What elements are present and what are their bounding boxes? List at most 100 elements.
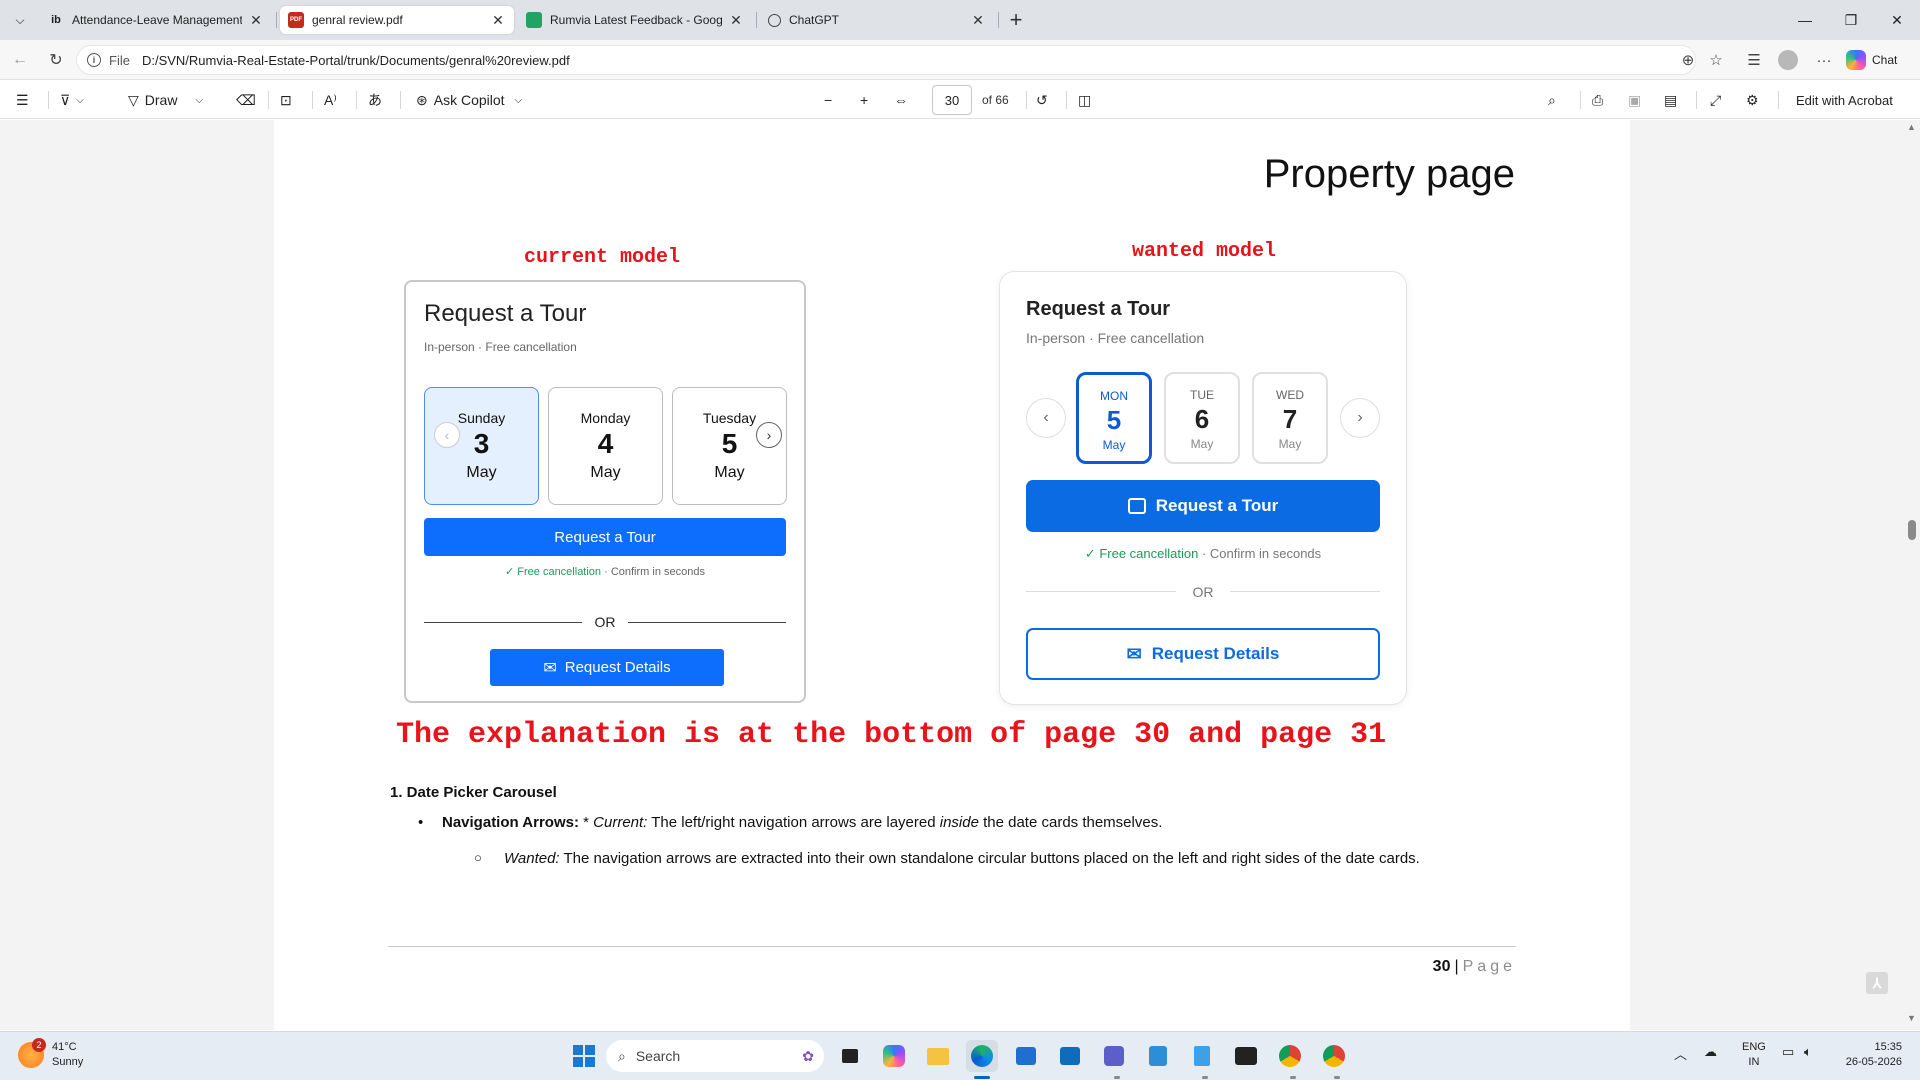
active-indicator xyxy=(974,1076,990,1079)
edge-button[interactable] xyxy=(966,1040,998,1072)
ib-favicon-icon: ib xyxy=(51,14,61,26)
running-indicator xyxy=(1202,1076,1208,1079)
bullet-circle: ○ xyxy=(474,850,482,865)
bullet-italic2: inside xyxy=(939,814,979,831)
chrome-button[interactable] xyxy=(1274,1040,1306,1072)
eraser-icon: ⌫ xyxy=(236,91,256,108)
show-hidden-icons[interactable]: ︿ xyxy=(1674,1044,1687,1063)
chrome-profile-button[interactable] xyxy=(1318,1040,1350,1072)
tab-chatgpt[interactable]: ChatGPT ✕ xyxy=(760,6,994,34)
url-field[interactable]: i File D:/SVN/Rumvia-Real-Estate-Portal/… xyxy=(76,45,1696,75)
acrobat-icon[interactable]: ⅄ xyxy=(1866,972,1888,994)
translate-button[interactable]: あ xyxy=(368,89,382,111)
minimize-button[interactable]: — xyxy=(1782,6,1828,34)
page-number-input[interactable]: 30 xyxy=(932,85,972,115)
profile-avatar[interactable] xyxy=(1778,50,1798,70)
search-highlight-icon: ✿ xyxy=(802,1047,814,1064)
close-icon[interactable]: ✕ xyxy=(248,12,264,28)
taskbar-search[interactable]: ⌕ Search ✿ xyxy=(606,1040,824,1072)
save-as-button[interactable]: ▤ xyxy=(1664,89,1677,111)
vertical-scrollbar[interactable]: ▲ ▼ xyxy=(1903,120,1920,1030)
outlook-icon xyxy=(1060,1047,1080,1065)
bullet-bold: Navigation Arrows: xyxy=(442,814,579,831)
clock-time: 15:35 xyxy=(1874,1041,1902,1053)
edit-with-acrobat-button[interactable]: Edit with Acrobat xyxy=(1796,89,1893,111)
sheets-favicon-icon xyxy=(526,12,542,28)
text-box-button[interactable]: ⊡ xyxy=(280,89,292,111)
minimize-icon: — xyxy=(1798,12,1812,28)
page-view-button[interactable]: ◫ xyxy=(1078,89,1091,111)
scrollbar-thumb[interactable] xyxy=(1908,520,1916,540)
outlook-button[interactable] xyxy=(1054,1040,1086,1072)
draw-label: Draw xyxy=(144,92,178,108)
notepad-button[interactable] xyxy=(1186,1040,1218,1072)
close-icon[interactable]: ✕ xyxy=(728,12,744,28)
request-details-label: Request Details xyxy=(1151,644,1280,663)
zoom-icon[interactable]: ⊕ xyxy=(1678,50,1698,70)
refresh-button[interactable]: ↻ xyxy=(44,48,68,72)
close-window-button[interactable]: ✕ xyxy=(1874,6,1920,34)
chevron-down-icon: ⌵ xyxy=(15,12,25,27)
chat-label: Chat xyxy=(1872,53,1898,67)
input-language[interactable]: ENG IN xyxy=(1742,1040,1766,1070)
start-button[interactable] xyxy=(568,1040,600,1072)
back-button[interactable]: ← xyxy=(8,48,32,72)
copilot-taskbar-button[interactable] xyxy=(878,1040,910,1072)
fullscreen-button[interactable]: ⤢ xyxy=(1710,89,1721,111)
copilot-label: Ask Copilot xyxy=(433,92,505,108)
network-icon[interactable]: ▭ xyxy=(1782,1044,1794,1060)
fit-width-button[interactable]: ⇔ xyxy=(894,89,908,111)
close-icon[interactable]: ✕ xyxy=(970,12,986,28)
settings-button[interactable]: ⚙ xyxy=(1746,89,1759,111)
close-icon[interactable]: ✕ xyxy=(490,12,506,28)
taskbar: 2 41°C Sunny ⌕ Search ✿ ︿ ☁ ENG IN ▭ 🔈︎ … xyxy=(0,1031,1920,1080)
copilot-chat-button[interactable]: Chat xyxy=(1846,48,1914,72)
highlight-button[interactable]: ⊽ ⌵ xyxy=(60,89,84,111)
find-button[interactable]: ⌕ xyxy=(1548,89,1556,111)
tab-actions-menu[interactable]: ⌵ xyxy=(8,8,32,32)
zoom-out-button[interactable]: − xyxy=(824,89,832,111)
scroll-down-icon[interactable]: ▼ xyxy=(1907,1013,1916,1023)
clock[interactable]: 15:35 26-05-2026 xyxy=(1836,1040,1902,1070)
pdf-favicon-icon: PDF xyxy=(288,12,304,28)
terminal-button[interactable] xyxy=(1230,1040,1262,1072)
favorite-star-icon[interactable]: ☆ xyxy=(1706,50,1726,70)
contents-button[interactable]: ☰ xyxy=(16,89,29,111)
scroll-up-icon[interactable]: ▲ xyxy=(1907,122,1916,132)
favorites-icon[interactable]: ☰ xyxy=(1744,50,1764,70)
tab-genral-review[interactable]: PDF genral review.pdf ✕ xyxy=(280,6,514,34)
onedrive-icon[interactable]: ☁ xyxy=(1704,1044,1717,1060)
translate-icon: あ xyxy=(368,92,382,108)
volume-icon[interactable]: 🔈︎ xyxy=(1804,1044,1812,1060)
draw-button[interactable]: ▽ Draw ⌵ xyxy=(128,89,203,111)
date-card-tue: TUE 6 May xyxy=(1164,372,1240,464)
date-weekday: TUE xyxy=(1190,388,1214,402)
restore-button[interactable]: ❐ xyxy=(1828,6,1874,34)
tab-rumvia-feedback[interactable]: Rumvia Latest Feedback - Google ✕ xyxy=(518,6,752,34)
chevron-right-icon: › xyxy=(1340,398,1380,438)
ask-copilot-button[interactable]: ⊛ Ask Copilot ⌵ xyxy=(416,89,522,111)
more-icon[interactable]: ··· xyxy=(1814,50,1834,70)
print-button[interactable]: ⎙ xyxy=(1592,89,1603,111)
store-button[interactable] xyxy=(1010,1040,1042,1072)
address-bar: ← ↻ i File D:/SVN/Rumvia-Real-Estate-Por… xyxy=(0,40,1920,80)
page-count: of 66 xyxy=(982,93,1009,107)
free-cancellation-note: ✓ Free cancellation · Confirm in seconds xyxy=(1000,546,1406,562)
read-aloud-button[interactable]: A⁾ xyxy=(324,89,337,111)
tab-label: genral review.pdf xyxy=(312,13,403,27)
current-model-card: Request a Tour In-person · Free cancella… xyxy=(404,280,806,703)
file-explorer-button[interactable] xyxy=(922,1040,954,1072)
task-view-button[interactable] xyxy=(834,1040,866,1072)
footer-divider xyxy=(388,946,1516,947)
new-tab-button[interactable]: + xyxy=(1002,7,1030,32)
weather-widget[interactable]: 2 41°C Sunny xyxy=(18,1038,83,1070)
vscode-button[interactable] xyxy=(1142,1040,1174,1072)
tab-attendance[interactable]: ib Attendance-Leave Management Sy ✕ xyxy=(40,6,272,34)
erase-button[interactable]: ⌫ xyxy=(236,89,256,111)
save-button[interactable]: ▣ xyxy=(1628,89,1641,111)
chevron-left-icon: ‹ xyxy=(434,422,460,448)
teams-button[interactable] xyxy=(1098,1040,1130,1072)
zoom-in-button[interactable]: + xyxy=(860,89,868,111)
request-details-button: ✉ Request Details xyxy=(1026,628,1380,680)
rotate-button[interactable]: ↺ xyxy=(1036,89,1048,111)
